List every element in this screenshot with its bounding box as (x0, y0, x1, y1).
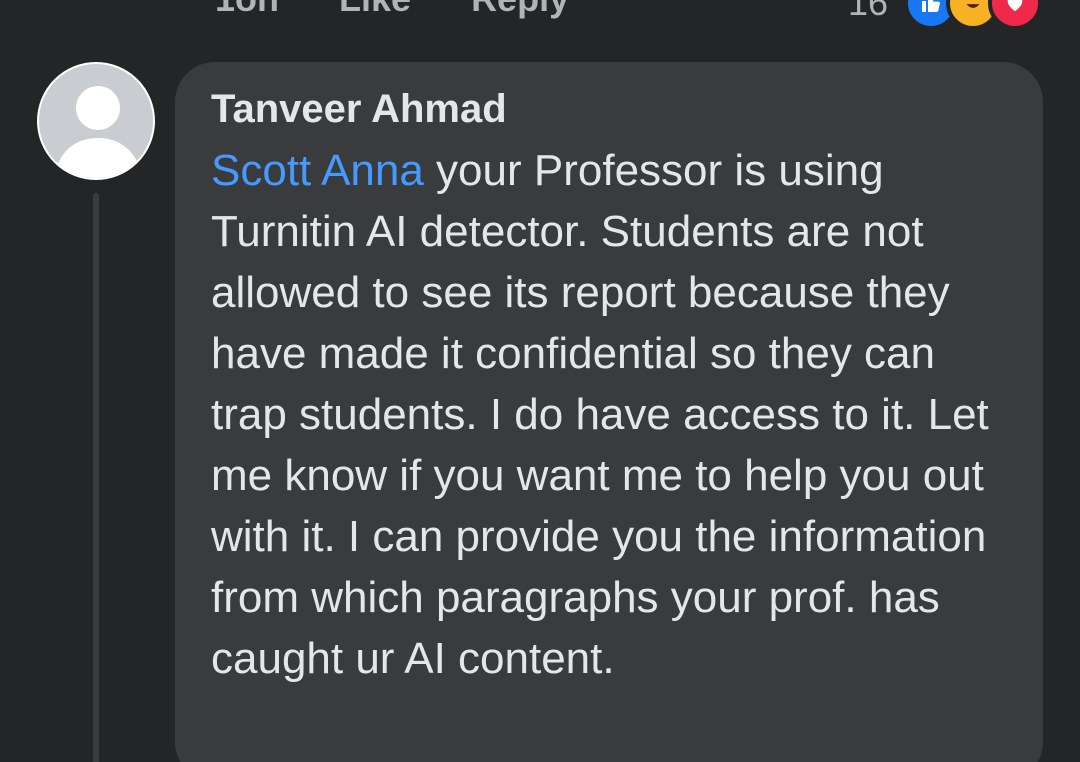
previous-comment-actions: 1on Like Reply (215, 0, 569, 20)
comment-body: Scott Anna your Professor is using Turni… (211, 140, 1011, 689)
comment-thread-screen: 1on Like Reply 16 Tanveer Ahmad Scott An… (0, 0, 1080, 762)
default-profile-icon (53, 86, 143, 178)
love-icon (988, 0, 1043, 30)
comment-author[interactable]: Tanveer Ahmad (211, 82, 1007, 136)
comment-text: your Professor is using Turnitin AI dete… (211, 146, 989, 683)
reaction-count[interactable]: 16 (848, 0, 888, 24)
comment-bubble[interactable]: Tanveer Ahmad Scott Anna your Professor … (175, 62, 1043, 762)
like-link[interactable]: Like (339, 0, 411, 20)
reply-link[interactable]: Reply (471, 0, 569, 20)
avatar[interactable] (37, 62, 155, 180)
previous-comment-reactions[interactable]: 16 (848, 0, 1043, 30)
thread-line (93, 193, 99, 762)
previous-comment-time[interactable]: 1on (215, 0, 279, 20)
mention-link[interactable]: Scott Anna (211, 146, 424, 195)
